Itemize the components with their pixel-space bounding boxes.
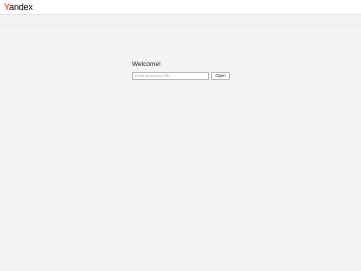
open-button[interactable]: Open [211,72,230,80]
welcome-panel: Welcome! Open [132,61,242,80]
url-form: Open [132,72,242,80]
logo-rest: andex [9,2,33,12]
yandex-logo[interactable]: Yandex [4,1,33,13]
welcome-title: Welcome! [132,61,161,68]
toolbar-strip [0,15,361,26]
document-url-input[interactable] [132,72,209,80]
top-header: Yandex [0,0,361,15]
